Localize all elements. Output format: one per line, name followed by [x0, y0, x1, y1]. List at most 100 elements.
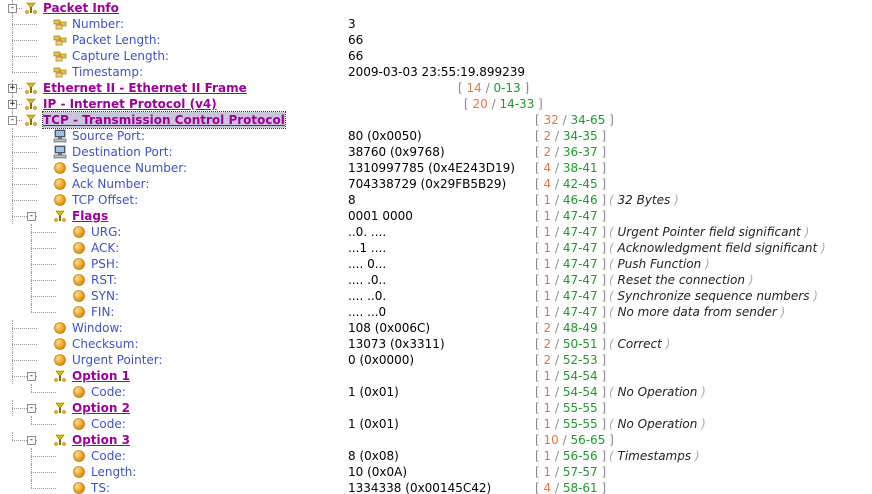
tree-group-row[interactable]: - Option 3 [ 10 / 56-65 ]	[0, 432, 872, 448]
tree-field-row[interactable]: TCP Offset: 8 [ 1 / 46-46 ]( 32 Bytes )	[0, 192, 872, 208]
group-label[interactable]: Packet Info	[43, 0, 119, 16]
tree-guide-line	[31, 416, 32, 424]
byte-offset: 54-54	[562, 385, 598, 399]
tree-field-row[interactable]: Source Port: 80 (0x0050) [ 2 / 34-35 ]	[0, 128, 872, 144]
tree-field-row[interactable]: Destination Port: 38760 (0x9768) [ 2 / 36-…	[0, 144, 872, 160]
group-label[interactable]: IP - Internet Protocol (v4)	[43, 96, 217, 112]
tree-field-row[interactable]: Ack Number: 704338729 (0x29FB5B29) [ 4 / 4…	[0, 176, 872, 192]
byte-size: 4	[543, 481, 552, 494]
field-label[interactable]: Destination Port:	[72, 144, 173, 160]
tree-connector	[31, 424, 56, 425]
orange-dot-icon	[72, 273, 86, 287]
collapse-icon[interactable]: -	[27, 372, 36, 381]
tree-group-row[interactable]: + IP - Internet Protocol (v4) [ 20 / 14-33…	[0, 96, 872, 112]
field-label[interactable]: Code:	[91, 448, 126, 464]
tree-field-row[interactable]: Urgent Pointer: 0 (0x0000) [ 2 / 52-53 ]	[0, 352, 872, 368]
field-label[interactable]: TCP Offset:	[72, 192, 138, 208]
field-label[interactable]: Capture Length:	[72, 48, 169, 64]
orange-dot-icon	[72, 225, 86, 239]
collapse-icon[interactable]: -	[27, 212, 36, 221]
field-value: 1310997785 (0x4E243D19)	[348, 161, 515, 175]
tree-group-row[interactable]: - Flags 0001 0000 [ 1 / 47-47 ]	[0, 208, 872, 224]
field-label[interactable]: Number:	[72, 16, 124, 32]
tree-field-row[interactable]: RST: .... .0.. [ 1 / 47-47 ]( Reset the co…	[0, 272, 872, 288]
tree-field-row[interactable]: FIN: .... ...0 [ 1 / 47-47 ]( No more data…	[0, 304, 872, 320]
tree-field-row[interactable]: Sequence Number: 1310997785 (0x4E243D19) […	[0, 160, 872, 176]
group-label[interactable]: TCP - Transmission Control Protocol	[42, 111, 286, 129]
byte-offset: 47-47	[562, 273, 598, 287]
gear-tree-icon	[53, 401, 67, 415]
tree-field-row[interactable]: Packet Length: 66	[0, 32, 872, 48]
property-icon	[53, 33, 67, 47]
tree-field-row[interactable]: Length: 10 (0x0A) [ 1 / 57-57 ]	[0, 464, 872, 480]
byte-range: [ 14 / 0-13 ]	[458, 81, 530, 95]
collapse-icon[interactable]: -	[8, 4, 17, 13]
tree-connector	[31, 248, 56, 249]
tree-connector	[31, 312, 56, 313]
field-value: 1334338 (0x00145C42)	[348, 481, 492, 494]
tree-field-row[interactable]: ACK: ...1 .... [ 1 / 47-47 ]( Acknowledgme…	[0, 240, 872, 256]
field-label[interactable]: Code:	[91, 384, 126, 400]
tree-field-row[interactable]: Window: 108 (0x006C) [ 2 / 48-49 ]	[0, 320, 872, 336]
tree-group-row[interactable]: - Option 2 [ 1 / 55-55 ]	[0, 400, 872, 416]
byte-size: 10	[543, 433, 559, 447]
tree-field-row[interactable]: Code: 1 (0x01) [ 1 / 55-55 ]( No Operation…	[0, 416, 872, 432]
field-label[interactable]: SYN:	[91, 288, 119, 304]
tree-field-row[interactable]: Checksum: 13073 (0x3311) [ 2 / 50-51 ]( Co…	[0, 336, 872, 352]
field-label[interactable]: PSH:	[91, 256, 119, 272]
collapse-icon[interactable]: -	[27, 436, 36, 445]
tree-group-row[interactable]: - Packet Info	[0, 0, 872, 16]
byte-size: 1	[543, 305, 552, 319]
field-label[interactable]: RST:	[91, 272, 117, 288]
tree-connector	[31, 296, 56, 297]
field-label[interactable]: Window:	[72, 320, 123, 336]
field-label[interactable]: ACK:	[91, 240, 119, 256]
collapse-icon[interactable]: -	[27, 404, 36, 413]
group-label[interactable]: Option 1	[72, 368, 130, 384]
byte-size: 14	[466, 81, 482, 95]
field-label[interactable]: Source Port:	[72, 128, 145, 144]
group-label[interactable]: Ethernet II - Ethernet II Frame	[43, 80, 247, 96]
field-label[interactable]: Packet Length:	[72, 32, 161, 48]
field-label[interactable]: Code:	[91, 416, 126, 432]
byte-range: [ 1 / 54-54 ]	[535, 369, 607, 383]
field-label[interactable]: URG:	[91, 224, 121, 240]
field-label[interactable]: TS:	[91, 480, 110, 494]
field-label[interactable]: Checksum:	[72, 336, 139, 352]
tree-field-row[interactable]: TS: 1334338 (0x00145C42) [ 4 / 58-61 ]	[0, 480, 872, 494]
field-label[interactable]: Timestamp:	[72, 64, 143, 80]
field-value: 80 (0x0050)	[348, 129, 422, 143]
tree-field-row[interactable]: SYN: .... ..0. [ 1 / 47-47 ]( Synchronize …	[0, 288, 872, 304]
field-label[interactable]: Length:	[91, 464, 136, 480]
byte-offset: 55-55	[562, 401, 598, 415]
orange-dot-icon	[53, 161, 67, 175]
tree-field-row[interactable]: Number: 3	[0, 16, 872, 32]
byte-size: 2	[543, 337, 552, 351]
tree-connector	[12, 40, 37, 41]
group-label[interactable]: Flags	[72, 208, 108, 224]
tree-group-row[interactable]: - Option 1 [ 1 / 54-54 ]	[0, 368, 872, 384]
tree-field-row[interactable]: Code: 1 (0x01) [ 1 / 54-54 ]( No Operation…	[0, 384, 872, 400]
expand-icon[interactable]: +	[8, 84, 17, 93]
field-value: 10 (0x0A)	[348, 465, 408, 479]
field-label[interactable]: FIN:	[91, 304, 114, 320]
byte-size: 1	[543, 289, 552, 303]
group-label[interactable]: Option 2	[72, 400, 130, 416]
collapse-icon[interactable]: -	[8, 116, 17, 125]
tree-group-row[interactable]: + Ethernet II - Ethernet II Frame [ 14 / 0…	[0, 80, 872, 96]
field-label[interactable]: Ack Number:	[72, 176, 149, 192]
expand-icon[interactable]: +	[8, 100, 17, 109]
byte-range: [ 1 / 47-47 ]	[535, 289, 607, 303]
tree-field-row[interactable]: Timestamp: 2009-03-03 23:55:19.899239	[0, 64, 872, 80]
tree-field-row[interactable]: PSH: .... 0... [ 1 / 47-47 ]( Push Functio…	[0, 256, 872, 272]
field-label[interactable]: Sequence Number:	[72, 160, 187, 176]
gear-tree-icon	[24, 1, 38, 15]
packet-decode-tree[interactable]: - Packet Info Number: 3 Packet Length: 66 Capt…	[0, 0, 872, 494]
field-label[interactable]: Urgent Pointer:	[72, 352, 163, 368]
field-value: .... ..0.	[348, 289, 387, 303]
tree-field-row[interactable]: URG: ..0. .... [ 1 / 47-47 ]( Urgent Point…	[0, 224, 872, 240]
tree-field-row[interactable]: Capture Length: 66	[0, 48, 872, 64]
tree-field-row[interactable]: Code: 8 (0x08) [ 1 / 56-56 ]( Timestamps )	[0, 448, 872, 464]
group-label[interactable]: Option 3	[72, 432, 130, 448]
tree-group-row[interactable]: - TCP - Transmission Control Protocol [ 32…	[0, 111, 872, 129]
